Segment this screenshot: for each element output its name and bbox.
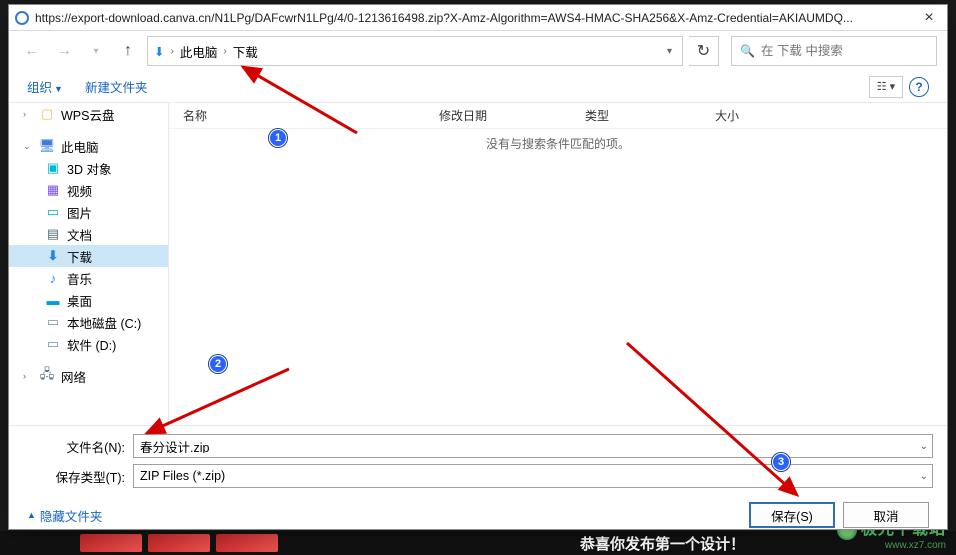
tree-downloads[interactable]: ⬇下载	[9, 245, 168, 267]
close-button[interactable]: ×	[917, 9, 941, 27]
chevron-right-icon: ›	[221, 46, 228, 57]
music-icon: ♪	[45, 270, 61, 286]
filename-label: 文件名(N):	[23, 437, 133, 456]
triangle-icon: ▲	[27, 510, 36, 520]
filetype-label: 保存类型(T):	[23, 467, 133, 486]
hide-folders-link[interactable]: ▲隐藏文件夹	[27, 506, 102, 525]
filetype-field[interactable]: ZIP Files (*.zip) ⌄	[133, 464, 933, 488]
column-headers[interactable]: 名称 修改日期 类型 大小	[169, 103, 947, 129]
pc-icon: 🖥	[39, 138, 55, 154]
cube-icon: ▣	[45, 160, 61, 176]
col-size[interactable]: 大小	[701, 107, 947, 124]
browser-favicon	[15, 11, 29, 25]
view-mode-button[interactable]: ☷ ▾	[869, 76, 903, 98]
organize-menu[interactable]: 组织▼	[27, 77, 63, 96]
breadcrumb-seg[interactable]: 下载	[233, 42, 258, 61]
tree-3d[interactable]: ▣3D 对象	[9, 157, 168, 179]
tree-video[interactable]: ▦视频	[9, 179, 168, 201]
help-button[interactable]: ?	[909, 77, 929, 97]
download-icon: ⬇	[45, 248, 61, 264]
tree-network[interactable]: ›🖧网络	[9, 365, 168, 387]
dialog-title-url: https://export-download.canva.cn/N1LPg/D…	[35, 11, 917, 25]
search-icon: 🔍	[740, 44, 755, 58]
refresh-button[interactable]: ↻	[689, 36, 719, 66]
titlebar: https://export-download.canva.cn/N1LPg/D…	[9, 5, 947, 31]
col-type[interactable]: 类型	[571, 107, 701, 124]
breadcrumb-dropdown-icon[interactable]: ▾	[663, 46, 676, 57]
picture-icon: ▭	[45, 204, 61, 220]
folder-tree[interactable]: ›▢WPS云盘 ⌄🖥此电脑 ▣3D 对象 ▦视频 ▭图片 ▤文档 ⬇下载 ♪音乐…	[9, 103, 169, 425]
tree-wps[interactable]: ›▢WPS云盘	[9, 103, 168, 125]
tree-disk-d[interactable]: ▭软件 (D:)	[9, 333, 168, 355]
back-button[interactable]: ←	[19, 37, 45, 65]
network-icon: 🖧	[39, 368, 55, 384]
tree-documents[interactable]: ▤文档	[9, 223, 168, 245]
disk-icon: ▭	[45, 314, 61, 330]
nav-row: ← → ▾ ↑ ⬇ › 此电脑 › 下载 ▾ ↻ 🔍	[9, 31, 947, 71]
save-dialog: https://export-download.canva.cn/N1LPg/D…	[8, 4, 948, 530]
breadcrumb-seg[interactable]: 此电脑	[180, 42, 218, 61]
col-name[interactable]: 名称	[169, 107, 425, 124]
document-icon: ▤	[45, 226, 61, 242]
chevron-right-icon: ›	[168, 46, 175, 57]
up-button[interactable]: ↑	[115, 37, 141, 65]
breadcrumb-bar[interactable]: ⬇ › 此电脑 › 下载 ▾	[147, 36, 683, 66]
new-folder-button[interactable]: 新建文件夹	[85, 77, 148, 96]
filetype-value: ZIP Files (*.zip)	[140, 469, 225, 483]
search-box[interactable]: 🔍	[731, 36, 937, 66]
cancel-button[interactable]: 取消	[843, 502, 929, 528]
file-list-area[interactable]: 名称 修改日期 类型 大小 没有与搜索条件匹配的项。	[169, 103, 947, 425]
tree-disk-c[interactable]: ▭本地磁盘 (C:)	[9, 311, 168, 333]
search-input[interactable]	[761, 44, 928, 58]
video-icon: ▦	[45, 182, 61, 198]
filename-field[interactable]: ⌄	[133, 434, 933, 458]
tree-pictures[interactable]: ▭图片	[9, 201, 168, 223]
dropdown-icon[interactable]: ⌄	[920, 441, 928, 452]
tree-desktop[interactable]: ▬桌面	[9, 289, 168, 311]
disk-icon: ▭	[45, 336, 61, 352]
toolbar: 组织▼ 新建文件夹 ☷ ▾ ?	[9, 71, 947, 103]
bottom-panel: 文件名(N): ⌄ 保存类型(T): ZIP Files (*.zip) ⌄ ▲…	[9, 425, 947, 542]
empty-message: 没有与搜索条件匹配的项。	[169, 135, 947, 152]
filename-input[interactable]	[140, 439, 926, 453]
folder-icon: ▢	[39, 106, 55, 122]
tree-this-pc[interactable]: ⌄🖥此电脑	[9, 135, 168, 157]
dropdown-icon[interactable]: ⌄	[920, 471, 928, 482]
col-date[interactable]: 修改日期	[425, 107, 571, 124]
desktop-icon: ▬	[45, 292, 61, 308]
tree-music[interactable]: ♪音乐	[9, 267, 168, 289]
forward-button: →	[51, 37, 77, 65]
save-button[interactable]: 保存(S)	[749, 502, 835, 528]
history-dropdown[interactable]: ▾	[83, 37, 109, 65]
download-icon: ⬇	[154, 44, 164, 59]
